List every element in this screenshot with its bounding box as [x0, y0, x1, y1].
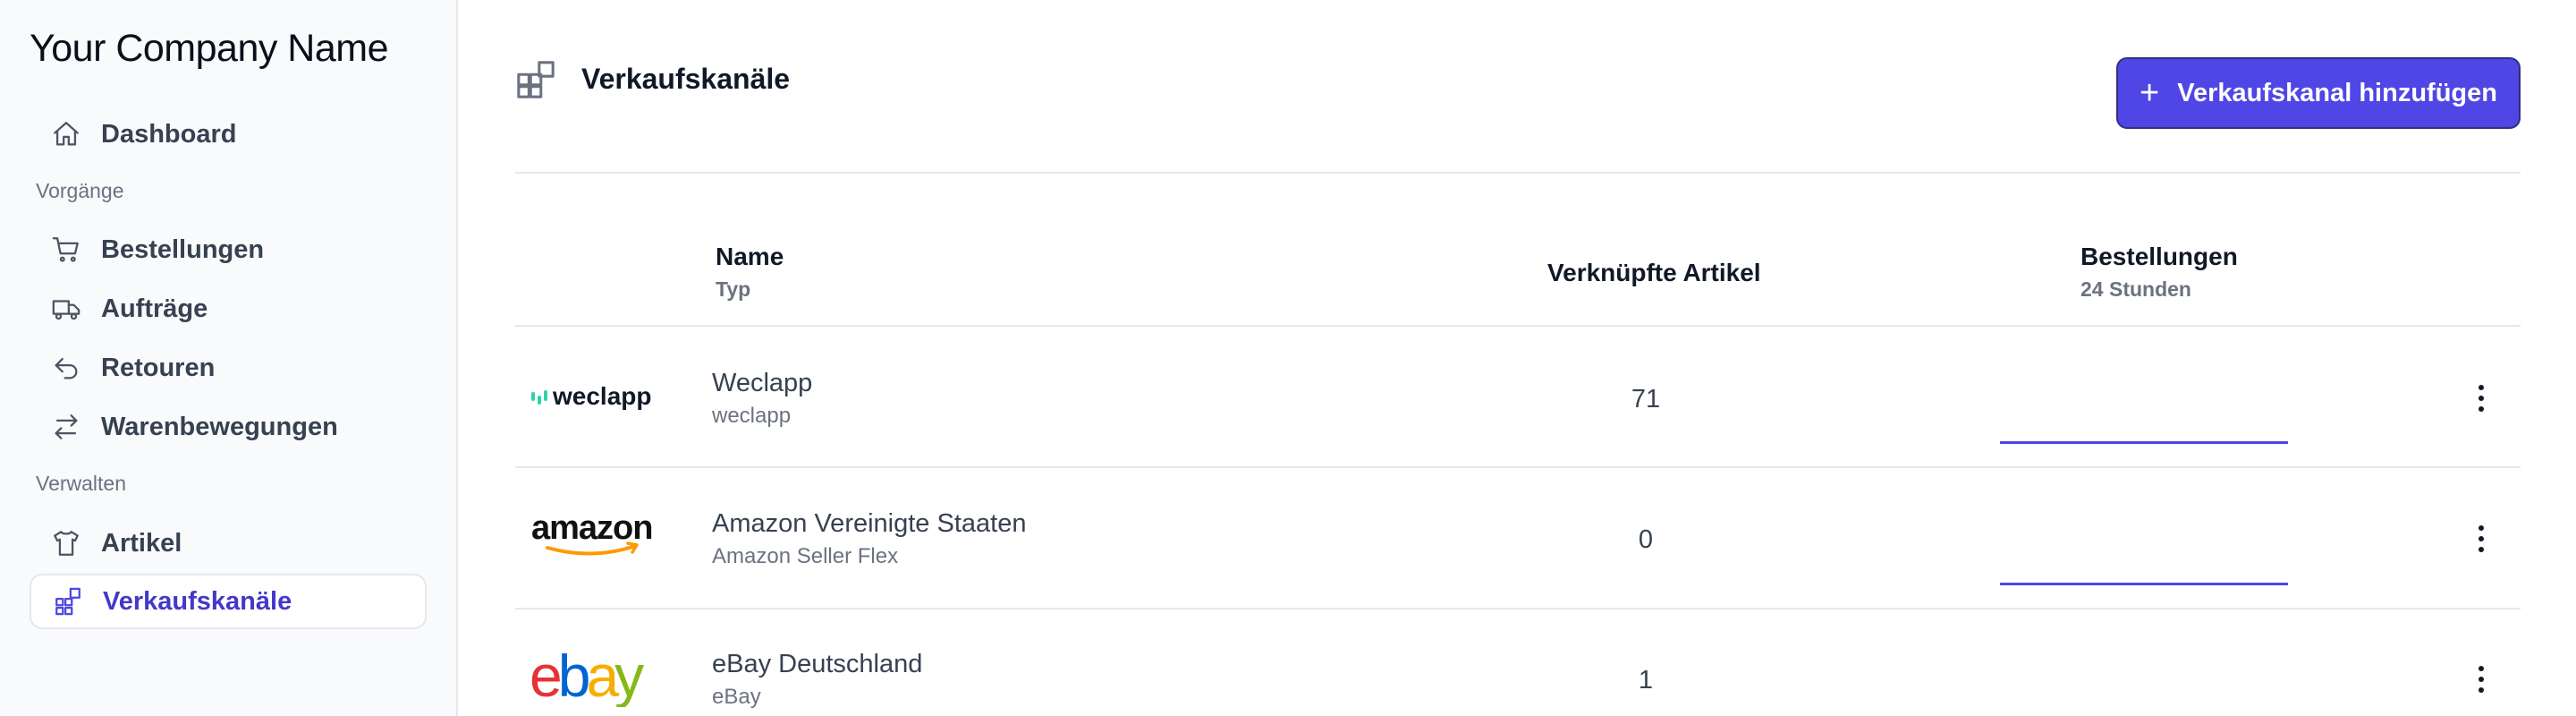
ebay-logo: ebay [530, 644, 664, 707]
sidebar: Your Company Name Dashboard Vorgänge Bes… [0, 0, 458, 716]
orders-sparkline [2000, 583, 2288, 585]
channel-type: Amazon Seller Flex [712, 544, 899, 568]
sidebar-item-label: Artikel [101, 528, 182, 558]
sidebar-item-label: Aufträge [101, 294, 208, 323]
nav-section-vorgaenge: Vorgänge [36, 179, 124, 202]
column-header-orders: Bestellungen [2080, 243, 2238, 270]
company-name: Your Company Name [30, 27, 389, 70]
column-header-type: Typ [716, 277, 751, 301]
sidebar-item-retouren[interactable]: Retouren [30, 340, 427, 396]
channel-type: eBay [712, 685, 761, 709]
truck-icon [30, 281, 96, 337]
nav-section-verwalten: Verwalten [36, 472, 127, 495]
channel-name: Weclapp [712, 369, 813, 397]
column-header-name: Name [716, 243, 784, 270]
page-title: Verkaufskanäle [581, 63, 791, 95]
sidebar-item-verkaufskanaele[interactable]: Verkaufskanäle [30, 574, 427, 629]
home-icon [30, 107, 96, 162]
sidebar-item-label: Bestellungen [101, 234, 265, 264]
weclapp-logo: weclapp [530, 365, 664, 428]
sidebar-item-auftraege[interactable]: Aufträge [30, 281, 427, 337]
row-actions-menu-icon[interactable] [2463, 518, 2499, 559]
add-sales-channel-button[interactable]: + Verkaufskanal hinzufügen [2116, 57, 2521, 129]
add-sales-channel-label: Verkaufskanal hinzufügen [2177, 78, 2497, 107]
shirt-icon [30, 516, 96, 571]
shopping-cart-icon [30, 222, 96, 277]
table-divider [515, 325, 2521, 327]
linked-articles-count: 1 [1638, 666, 1654, 695]
linked-articles-count: 0 [1638, 525, 1654, 554]
sidebar-item-bestellungen[interactable]: Bestellungen [30, 222, 427, 277]
channel-name: Amazon Vereinigte Staaten [712, 509, 1027, 538]
plus-icon: + [2140, 74, 2160, 112]
column-header-orders-period: 24 Stunden [2080, 277, 2191, 301]
squares-plus-icon [31, 574, 97, 629]
weclapp-logo-text: weclapp [552, 382, 651, 410]
orders-sparkline [2000, 441, 2288, 444]
sidebar-item-dashboard[interactable]: Dashboard [30, 107, 427, 162]
amazon-logo-text: amazon [531, 509, 652, 547]
squares-plus-icon [515, 59, 556, 100]
row-actions-menu-icon[interactable] [2463, 659, 2499, 700]
sidebar-item-label: Retouren [101, 353, 216, 382]
sidebar-item-label: Verkaufskanäle [103, 586, 292, 616]
column-header-articles: Verknüpfte Artikel [1547, 259, 1761, 286]
arrows-right-left-icon [30, 399, 96, 455]
channel-type: weclapp [712, 404, 792, 428]
ebay-logo-text: ebay [530, 644, 644, 707]
table-divider [515, 466, 2521, 468]
linked-articles-count: 71 [1631, 385, 1661, 413]
channel-name: eBay Deutschland [712, 650, 923, 678]
header-divider [515, 172, 2521, 174]
sidebar-item-label: Warenbewegungen [101, 412, 338, 441]
sidebar-item-warenbewegungen[interactable]: Warenbewegungen [30, 399, 427, 455]
return-arrow-icon [30, 340, 96, 396]
row-actions-menu-icon[interactable] [2463, 378, 2499, 419]
table-divider [515, 608, 2521, 609]
sidebar-item-label: Dashboard [101, 119, 237, 149]
sidebar-item-artikel[interactable]: Artikel [30, 516, 427, 571]
amazon-logo: amazon [530, 504, 664, 567]
